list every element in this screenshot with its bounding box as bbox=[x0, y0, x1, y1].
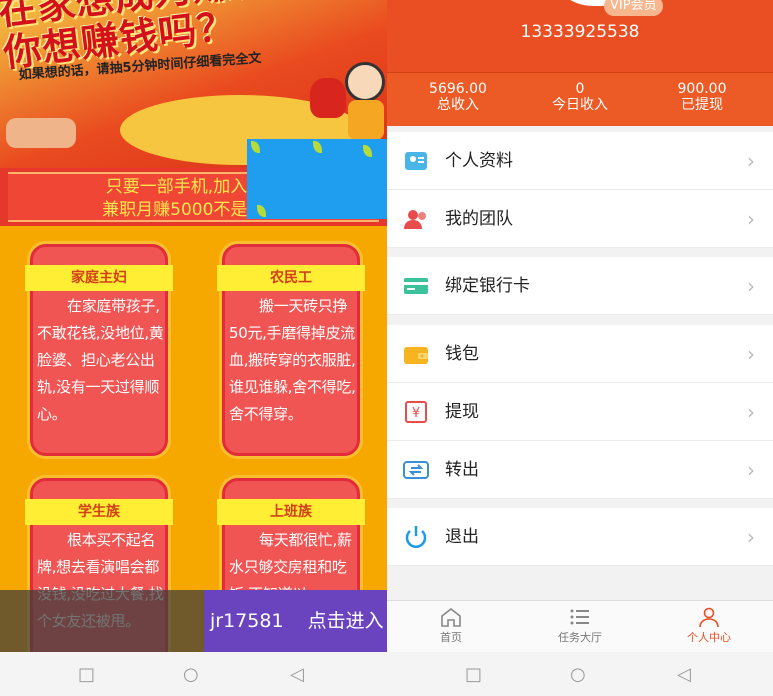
home-circle-icon[interactable]: ○ bbox=[570, 664, 586, 685]
menu-group-bank: 绑定银行卡 › bbox=[387, 257, 773, 315]
home-icon bbox=[441, 607, 461, 627]
bottom-tab-bar: 首页 任务大厅 个人中心 bbox=[387, 600, 773, 652]
power-icon bbox=[405, 526, 427, 548]
cartoon-man-body-icon bbox=[348, 100, 384, 140]
enter-button[interactable]: jr17581 点击进入 bbox=[204, 590, 387, 652]
phone-number: 13333925538 bbox=[520, 22, 640, 42]
menu-item-label: 个人资料 bbox=[445, 151, 513, 171]
stat-label: 总收入 bbox=[437, 97, 479, 113]
wallet-icon bbox=[404, 347, 428, 364]
menu-group-account: 个人资料 › 我的团队 › bbox=[387, 132, 773, 248]
persona-tag: 学生族 bbox=[25, 499, 173, 525]
tab-user-center[interactable]: 个人中心 bbox=[645, 605, 773, 645]
chevron-right-icon: › bbox=[747, 274, 755, 298]
persona-tag: 农民工 bbox=[217, 265, 365, 291]
income-stats: 5696.00 总收入 0 今日收入 900.00 已提现 bbox=[387, 72, 773, 126]
stat-today-income: 0 今日收入 bbox=[515, 81, 645, 113]
banner-illustration-feet bbox=[6, 118, 76, 148]
persona-text: 在家庭带孩子,不敢花钱,没地位,黄脸婆、担心老公出轨,没有一天过得顺心。 bbox=[37, 297, 164, 423]
chevron-right-icon: › bbox=[747, 400, 755, 424]
persona-card-migrant-worker: 农民工 搬一天砖只挣50元,手磨得掉皮流血,搬砖穿的衣服脏,谁见谁躲,舍不得吃,… bbox=[217, 244, 365, 456]
persona-card-housewife: 家庭主妇 在家庭带孩子,不敢花钱,没地位,黄脸婆、担心老公出轨,没有一天过得顺心… bbox=[25, 244, 173, 456]
back-triangle-icon[interactable]: ◁ bbox=[677, 664, 691, 685]
menu-item-logout[interactable]: 退出 › bbox=[387, 508, 773, 566]
promo-page: 在家想成为赚钱 你想赚钱吗？ 如果想的话，请抽5分钟时间仔细看完全文 只要一部手… bbox=[0, 0, 387, 652]
recents-square-icon[interactable]: □ bbox=[78, 664, 95, 685]
transfer-icon bbox=[403, 461, 429, 479]
menu-item-label: 我的团队 bbox=[445, 209, 513, 229]
invite-code: jr17581 bbox=[210, 610, 284, 632]
user-center-page: VIP会员 13333925538 5696.00 总收入 0 今日收入 900… bbox=[387, 0, 773, 652]
tab-label: 任务大厅 bbox=[558, 631, 602, 644]
menu-item-profile[interactable]: 个人资料 › bbox=[387, 132, 773, 190]
svg-text:¥: ¥ bbox=[412, 406, 420, 421]
menu-group-funds: 钱包 › ¥ 提现 › 转出 › bbox=[387, 325, 773, 499]
tab-home[interactable]: 首页 bbox=[387, 605, 515, 645]
menu-item-label: 提现 bbox=[445, 402, 479, 422]
persona-text: 搬一天砖只挣50元,手磨得掉皮流血,搬砖穿的衣服脏,谁见谁躲,舍不得吃,舍不得穿… bbox=[229, 297, 356, 423]
money-bag-icon bbox=[310, 78, 346, 118]
person-card-icon bbox=[405, 152, 427, 170]
chevron-right-icon: › bbox=[747, 342, 755, 366]
back-triangle-icon[interactable]: ◁ bbox=[290, 664, 304, 685]
chevron-right-icon: › bbox=[747, 149, 755, 173]
tab-label: 首页 bbox=[440, 631, 462, 644]
menu-group-logout: 退出 › bbox=[387, 508, 773, 566]
stat-value: 900.00 bbox=[677, 81, 727, 97]
persona-tag: 家庭主妇 bbox=[25, 265, 173, 291]
team-icon bbox=[404, 210, 426, 229]
leaf-icon bbox=[251, 141, 260, 153]
stat-withdrawn: 900.00 已提现 bbox=[637, 81, 767, 113]
stat-label: 今日收入 bbox=[552, 97, 608, 113]
enter-button-label: 点击进入 bbox=[307, 610, 384, 632]
leaf-icon bbox=[313, 141, 322, 153]
leaf-icon bbox=[363, 145, 372, 157]
chevron-right-icon: › bbox=[747, 207, 755, 231]
person-icon bbox=[699, 607, 719, 628]
recents-square-icon[interactable]: □ bbox=[465, 664, 482, 685]
menu-item-label: 转出 bbox=[445, 460, 479, 480]
cartoon-man-head-icon bbox=[345, 62, 385, 102]
profile-header: VIP会员 13333925538 bbox=[387, 0, 773, 72]
menu-item-wallet[interactable]: 钱包 › bbox=[387, 325, 773, 383]
stat-label: 已提现 bbox=[681, 97, 723, 113]
chevron-right-icon: › bbox=[747, 525, 755, 549]
vip-badge: VIP会员 bbox=[604, 0, 663, 16]
persona-tag: 上班族 bbox=[217, 499, 365, 525]
bank-card-icon bbox=[404, 278, 428, 294]
tab-label: 个人中心 bbox=[687, 631, 731, 644]
bottom-cta-bar: jr17581 点击进入 bbox=[0, 590, 387, 652]
menu-item-label: 退出 bbox=[445, 527, 479, 547]
stat-total-income: 5696.00 总收入 bbox=[393, 81, 523, 113]
menu-item-label: 钱包 bbox=[445, 344, 479, 364]
list-icon bbox=[570, 609, 589, 625]
stat-value: 0 bbox=[575, 81, 585, 97]
menu-item-label: 绑定银行卡 bbox=[445, 276, 530, 296]
chevron-right-icon: › bbox=[747, 458, 755, 482]
home-circle-icon[interactable]: ○ bbox=[183, 664, 199, 685]
system-nav-bar: □ ○ ◁ □ ○ ◁ bbox=[0, 652, 773, 696]
menu-item-transfer[interactable]: 转出 › bbox=[387, 441, 773, 499]
menu-item-bind-bank-card[interactable]: 绑定银行卡 › bbox=[387, 257, 773, 315]
stat-value: 5696.00 bbox=[429, 81, 487, 97]
withdraw-icon: ¥ bbox=[405, 401, 427, 423]
tab-task-hall[interactable]: 任务大厅 bbox=[516, 605, 644, 645]
menu-item-team[interactable]: 我的团队 › bbox=[387, 190, 773, 248]
cta-shade bbox=[0, 590, 204, 652]
leaf-icon bbox=[257, 205, 266, 217]
menu-item-withdraw[interactable]: ¥ 提现 › bbox=[387, 383, 773, 441]
